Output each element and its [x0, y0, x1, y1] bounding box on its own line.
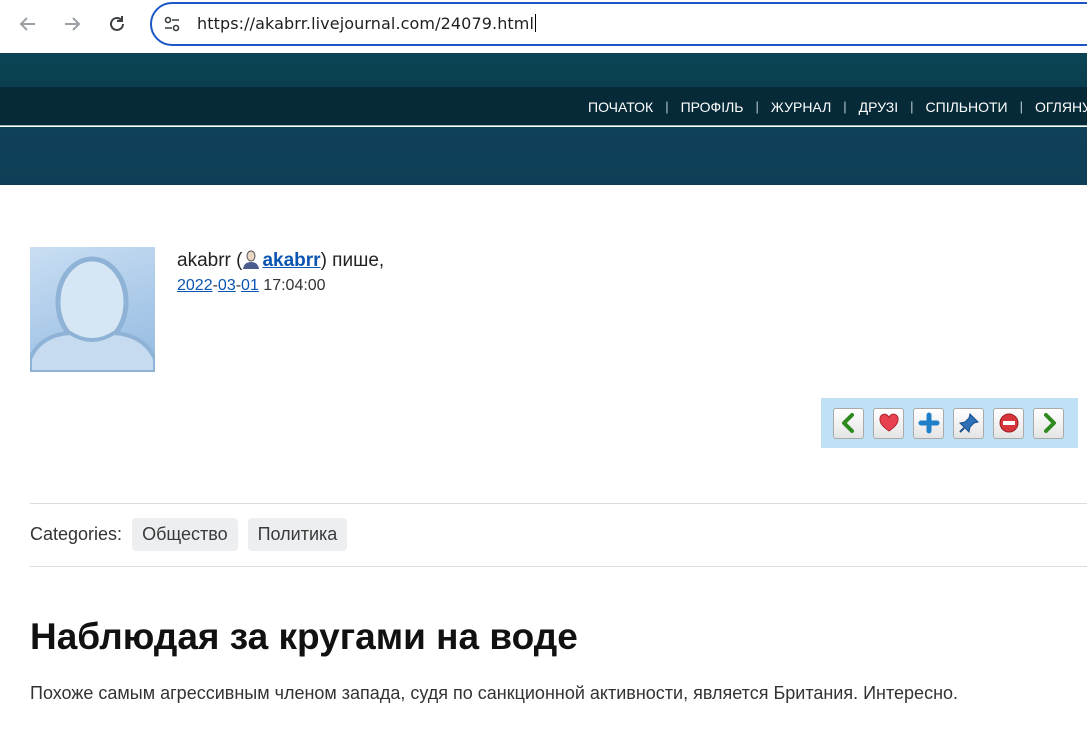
entry-poster-line: akabrr (akabrr) пише,: [177, 249, 384, 272]
next-entry-button[interactable]: [1033, 407, 1064, 439]
poster-name: akabrr: [177, 250, 231, 271]
text-caret: [535, 14, 537, 32]
forward-button[interactable]: [56, 8, 88, 40]
entry-title: Наблюдая за кругами на воде: [30, 616, 578, 657]
nav-browse[interactable]: ОГЛЯНУ: [1023, 99, 1087, 115]
site-settings-icon[interactable]: [162, 14, 182, 34]
browser-toolbar: https://akabrr.livejournal.com/24079.htm…: [0, 0, 1087, 53]
add-to-memories-button[interactable]: [873, 407, 904, 439]
category-tag[interactable]: Политика: [247, 518, 348, 551]
add-icon: [918, 412, 939, 434]
categories-row: Categories: Общество Политика: [30, 518, 357, 551]
tag-entry-button[interactable]: [953, 407, 984, 439]
userpic[interactable]: [30, 247, 155, 372]
category-tag[interactable]: Общество: [132, 518, 238, 551]
categories-label: Categories:: [30, 524, 123, 544]
entry-time: 17:04:00: [263, 277, 326, 294]
next-entry-icon: [1043, 413, 1056, 433]
default-avatar-icon: [30, 256, 155, 372]
entry-date: 2022-03-01 17:04:00: [177, 277, 326, 294]
prev-entry-icon: [841, 413, 854, 433]
ljuser-link[interactable]: akabrr: [262, 250, 320, 271]
writes-text: ) пише,: [320, 250, 385, 271]
date-year-link[interactable]: 2022: [177, 277, 213, 294]
address-bar[interactable]: https://akabrr.livejournal.com/24079.htm…: [150, 2, 1087, 46]
back-button[interactable]: [12, 8, 44, 40]
top-navigation: ПОЧАТОК | ПРОФІЛЬ | ЖУРНАЛ | ДРУЗІ | СПІ…: [576, 87, 1087, 126]
pin-icon: [958, 413, 979, 434]
nav-journal[interactable]: ЖУРНАЛ: [759, 99, 843, 115]
reload-icon: [110, 16, 124, 31]
header-top-band: [0, 53, 1087, 87]
nav-profile[interactable]: ПРОФІЛЬ: [669, 99, 756, 115]
date-month-link[interactable]: 03: [218, 277, 236, 294]
heart-icon: [878, 413, 899, 432]
prev-entry-button[interactable]: [833, 407, 864, 439]
back-arrow-icon: [19, 17, 35, 31]
track-entry-button[interactable]: [913, 407, 944, 439]
divider: [30, 566, 1087, 567]
nav-communities[interactable]: СПІЛЬНОТИ: [914, 99, 1020, 115]
url-text[interactable]: https://akabrr.livejournal.com/24079.htm…: [197, 14, 537, 33]
block-icon: [999, 413, 1018, 433]
user-info-icon[interactable]: [242, 249, 260, 269]
header-bottom-band: [0, 127, 1087, 185]
divider: [30, 503, 1087, 504]
date-day-link[interactable]: 01: [241, 277, 259, 294]
open-paren: (: [230, 250, 243, 271]
nav-home[interactable]: ПОЧАТОК: [576, 99, 665, 115]
nav-friends[interactable]: ДРУЗІ: [847, 99, 910, 115]
entry-text: Похоже самым агрессивным членом запада, …: [30, 683, 959, 703]
entry-action-bar: [821, 398, 1078, 448]
reload-button[interactable]: [101, 8, 133, 40]
forward-arrow-icon: [65, 17, 81, 31]
block-button[interactable]: [993, 407, 1024, 439]
